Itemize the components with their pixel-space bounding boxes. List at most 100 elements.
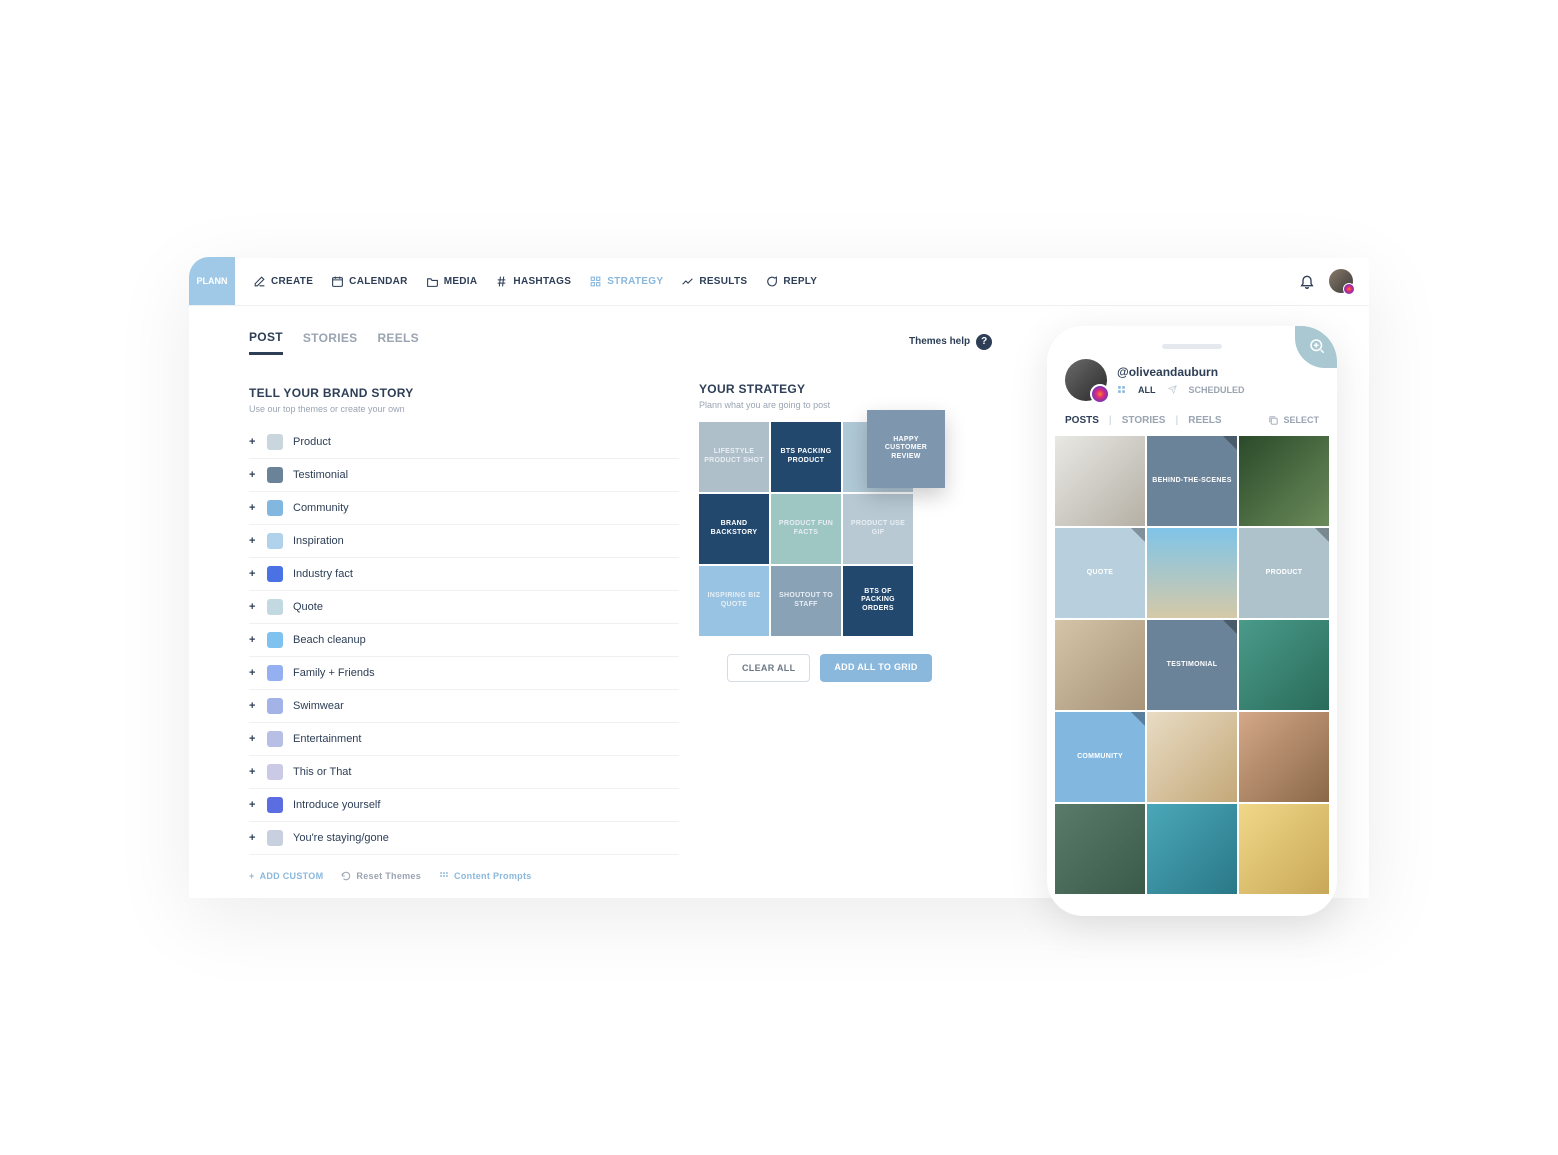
grid-image-tile[interactable] bbox=[1239, 620, 1329, 710]
clear-all-button[interactable]: CLEAR ALL bbox=[727, 654, 810, 682]
color-swatch bbox=[267, 698, 283, 714]
grid-image-tile[interactable] bbox=[1055, 436, 1145, 526]
theme-row[interactable]: + Community bbox=[249, 492, 679, 525]
tab-stories[interactable]: STORIES bbox=[303, 327, 358, 353]
grid-placeholder-tile[interactable]: TESTIMONIAL bbox=[1147, 620, 1237, 710]
expand-icon: + bbox=[249, 601, 257, 613]
folder-icon bbox=[426, 275, 439, 288]
grid-image-tile[interactable] bbox=[1055, 804, 1145, 894]
theme-row[interactable]: + Quote bbox=[249, 591, 679, 624]
filter-all[interactable]: ALL bbox=[1138, 385, 1156, 395]
filter-scheduled[interactable]: SCHEDULED bbox=[1189, 385, 1245, 395]
theme-row[interactable]: + Testimonial bbox=[249, 459, 679, 492]
expand-icon: + bbox=[249, 469, 257, 481]
strategy-tile[interactable]: BTS OF PACKING ORDERS bbox=[843, 566, 913, 636]
reset-themes-button[interactable]: Reset Themes bbox=[341, 871, 421, 881]
tab-reels[interactable]: REELS bbox=[377, 327, 419, 353]
grid-image-tile[interactable] bbox=[1239, 804, 1329, 894]
add-all-to-grid-button[interactable]: ADD ALL TO GRID bbox=[820, 654, 931, 682]
grid-placeholder-tile[interactable]: COMMUNITY bbox=[1055, 712, 1145, 802]
chart-icon bbox=[681, 275, 694, 288]
avatar[interactable] bbox=[1329, 269, 1353, 293]
bell-icon[interactable] bbox=[1299, 273, 1315, 289]
theme-row[interactable]: + Beach cleanup bbox=[249, 624, 679, 657]
add-custom-button[interactable]: + ADD CUSTOM bbox=[249, 871, 323, 881]
phone-tab-reels[interactable]: REELS bbox=[1188, 415, 1221, 426]
content-prompts-button[interactable]: Content Prompts bbox=[439, 871, 532, 881]
dogear-icon bbox=[1131, 712, 1145, 726]
dogear-icon bbox=[1223, 436, 1237, 450]
theme-label: Family + Friends bbox=[293, 667, 375, 679]
phone-preview: @oliveandauburn ALL SCHEDULED POSTS | ST… bbox=[1047, 326, 1337, 916]
theme-label: Inspiration bbox=[293, 535, 344, 547]
strategy-tile[interactable]: BRAND BACKSTORY bbox=[699, 494, 769, 564]
phone-grid: BEHIND-THE-SCENESQUOTE PRODUCTTESTIMONIAL… bbox=[1055, 436, 1329, 894]
expand-icon: + bbox=[249, 502, 257, 514]
themes-help-link[interactable]: Themes help ? bbox=[909, 334, 992, 350]
strategy-tile[interactable]: INSPIRING BIZ QUOTE bbox=[699, 566, 769, 636]
theme-row[interactable]: + Industry fact bbox=[249, 558, 679, 591]
brand-story-subtitle: Use our top themes or create your own bbox=[249, 404, 679, 414]
grid-image-tile[interactable] bbox=[1147, 712, 1237, 802]
color-swatch bbox=[267, 665, 283, 681]
send-icon bbox=[1168, 385, 1177, 394]
profile-avatar[interactable] bbox=[1065, 359, 1107, 401]
theme-row[interactable]: + Family + Friends bbox=[249, 657, 679, 690]
grid-image-tile[interactable] bbox=[1239, 712, 1329, 802]
theme-row[interactable]: + Inspiration bbox=[249, 525, 679, 558]
chat-icon bbox=[765, 275, 778, 288]
theme-row[interactable]: + This or That bbox=[249, 756, 679, 789]
grid-placeholder-tile[interactable]: QUOTE bbox=[1055, 528, 1145, 618]
nav-results[interactable]: RESULTS bbox=[681, 275, 747, 288]
grid-image-tile[interactable] bbox=[1239, 436, 1329, 526]
grid-icon bbox=[589, 275, 602, 288]
strategy-tile[interactable]: PRODUCT FUN FACTS bbox=[771, 494, 841, 564]
nav-calendar[interactable]: CALENDAR bbox=[331, 275, 408, 288]
theme-row[interactable]: + You're staying/gone bbox=[249, 822, 679, 855]
phone-tab-stories[interactable]: STORIES bbox=[1122, 415, 1166, 426]
theme-row[interactable]: + Introduce yourself bbox=[249, 789, 679, 822]
theme-label: Beach cleanup bbox=[293, 634, 366, 646]
nav-reply[interactable]: REPLY bbox=[765, 275, 817, 288]
theme-row[interactable]: + Swimwear bbox=[249, 690, 679, 723]
color-swatch bbox=[267, 434, 283, 450]
tab-post[interactable]: POST bbox=[249, 326, 283, 355]
nav-create[interactable]: CREATE bbox=[253, 275, 313, 288]
nav-hashtags[interactable]: HASHTAGS bbox=[495, 275, 571, 288]
color-swatch bbox=[267, 830, 283, 846]
theme-list: + Product+ Testimonial+ Community+ Inspi… bbox=[249, 426, 679, 855]
grid-image-tile[interactable] bbox=[1147, 528, 1237, 618]
expand-icon: + bbox=[249, 436, 257, 448]
phone-tab-posts[interactable]: POSTS bbox=[1065, 415, 1099, 426]
grid-image-tile[interactable] bbox=[1147, 804, 1237, 894]
grid-image-tile[interactable] bbox=[1055, 620, 1145, 710]
strategy-tile[interactable]: SHOUTOUT TO STAFF bbox=[771, 566, 841, 636]
strategy-title: YOUR STRATEGY bbox=[699, 382, 999, 396]
strategy-tile[interactable]: BTS PACKING PRODUCT bbox=[771, 422, 841, 492]
nav-strategy[interactable]: STRATEGY bbox=[589, 275, 663, 288]
color-swatch bbox=[267, 566, 283, 582]
color-swatch bbox=[267, 764, 283, 780]
dogear-icon bbox=[1223, 620, 1237, 634]
grid-placeholder-tile[interactable]: PRODUCT bbox=[1239, 528, 1329, 618]
strategy-tile[interactable]: LIFESTYLE PRODUCT SHOT bbox=[699, 422, 769, 492]
expand-icon: + bbox=[249, 766, 257, 778]
color-swatch bbox=[267, 500, 283, 516]
color-swatch bbox=[267, 731, 283, 747]
theme-label: Testimonial bbox=[293, 469, 348, 481]
select-button[interactable]: SELECT bbox=[1268, 415, 1319, 426]
top-right bbox=[1299, 269, 1353, 293]
strategy-floating-tile[interactable]: HAPPY CUSTOMER REVIEW bbox=[867, 410, 945, 488]
color-swatch bbox=[267, 533, 283, 549]
grid-placeholder-tile[interactable]: BEHIND-THE-SCENES bbox=[1147, 436, 1237, 526]
theme-row[interactable]: + Entertainment bbox=[249, 723, 679, 756]
theme-label: This or That bbox=[293, 766, 352, 778]
theme-row[interactable]: + Product bbox=[249, 426, 679, 459]
strategy-tile[interactable]: PRODUCT USE GIF bbox=[843, 494, 913, 564]
nav-media[interactable]: MEDIA bbox=[426, 275, 478, 288]
logo[interactable]: PLANN bbox=[189, 257, 235, 305]
theme-label: Quote bbox=[293, 601, 323, 613]
color-swatch bbox=[267, 599, 283, 615]
expand-icon: + bbox=[249, 799, 257, 811]
theme-label: Swimwear bbox=[293, 700, 344, 712]
